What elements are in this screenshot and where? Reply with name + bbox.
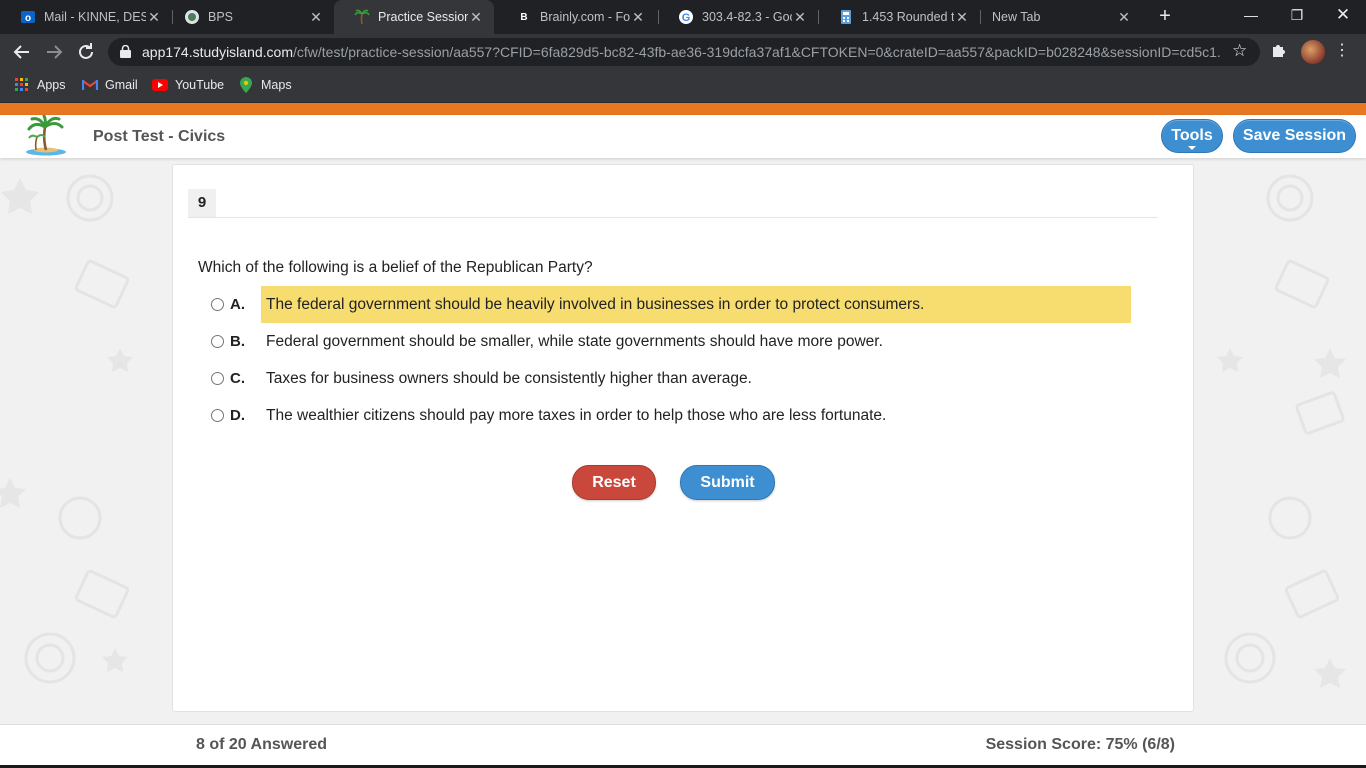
choice-text[interactable]: The federal government should be heavily… <box>261 286 1131 323</box>
divider <box>188 217 1158 218</box>
tab-title: 303.4-82.3 - Goog <box>702 10 792 24</box>
browser-tab-bps[interactable]: BPS ✕ <box>164 0 334 34</box>
bookmark-label: Apps <box>37 78 66 92</box>
browser-tab-brainly[interactable]: B Brainly.com - For s ✕ <box>496 0 656 34</box>
page-title: Post Test - Civics <box>93 128 226 145</box>
session-score: Session Score: 75% (6/8) <box>985 736 1175 753</box>
save-session-label: Save Session <box>1242 127 1347 144</box>
bookmark-label: YouTube <box>175 78 225 92</box>
new-tab-button[interactable]: + <box>1154 5 1176 27</box>
choice-letter: A. <box>230 296 245 313</box>
address-bar[interactable]: app174.studyisland.com/cfw/test/practice… <box>108 38 1260 66</box>
lock-icon <box>120 44 131 58</box>
close-tab-icon[interactable]: ✕ <box>1116 9 1132 25</box>
browser-tab-practice-session[interactable]: Practice Session - I ✕ <box>334 0 494 34</box>
close-tab-icon[interactable]: ✕ <box>468 9 484 25</box>
radio-button-a[interactable] <box>211 298 224 311</box>
youtube-icon <box>152 77 168 93</box>
profile-avatar[interactable] <box>1301 40 1325 64</box>
app-header: Post Test - Civics Tools Save Session <box>0 114 1366 158</box>
tab-title: Practice Session - I <box>378 10 468 24</box>
extensions-puzzle-icon[interactable] <box>1270 41 1290 61</box>
close-tab-icon[interactable]: ✕ <box>308 9 324 25</box>
choice-letter: B. <box>230 333 245 350</box>
svg-text:o: o <box>25 13 31 24</box>
tools-label: Tools <box>1171 127 1213 144</box>
browser-tab-mail[interactable]: o Mail - KINNE, DES ✕ <box>0 0 172 34</box>
reload-icon[interactable] <box>73 39 99 65</box>
google-icon: G <box>678 9 694 25</box>
browser-tab-new-tab[interactable]: New Tab ✕ <box>980 0 1142 34</box>
close-tab-icon[interactable]: ✕ <box>954 9 970 25</box>
bookmark-star-icon[interactable]: ☆ <box>1232 41 1247 61</box>
url-path: /cfw/test/practice-session/aa557?CFID=6f… <box>293 44 1222 60</box>
url-text: app174.studyisland.com/cfw/test/practice… <box>142 44 1222 60</box>
submit-button[interactable]: Submit <box>680 465 775 500</box>
forward-arrow-icon[interactable] <box>41 39 67 65</box>
browser-menu-icon[interactable]: ⋮ <box>1334 40 1350 60</box>
radio-button-b[interactable] <box>211 335 224 348</box>
outlook-icon: o <box>20 9 36 25</box>
bookmark-youtube[interactable]: YouTube <box>152 77 224 93</box>
browser-tab-calculator[interactable]: 1.453 Rounded to ✕ <box>818 0 980 34</box>
bookmarks-bar: Apps Gmail YouTube Maps <box>0 70 1366 103</box>
tab-title: BPS <box>208 10 234 24</box>
brand-stripe <box>0 103 1366 115</box>
back-arrow-icon[interactable] <box>9 39 35 65</box>
bps-icon <box>184 9 200 25</box>
radio-button-d[interactable] <box>211 409 224 422</box>
palm-tree-icon <box>354 9 370 25</box>
close-window-icon[interactable]: ✕ <box>1320 0 1366 30</box>
close-tab-icon[interactable]: ✕ <box>792 9 808 25</box>
choice-text[interactable]: The wealthier citizens should pay more t… <box>261 397 1131 434</box>
choice-d[interactable]: D. The wealthier citizens should pay mor… <box>211 397 1131 434</box>
tab-title: 1.453 Rounded to <box>862 10 954 24</box>
bookmark-maps[interactable]: Maps <box>238 77 292 93</box>
session-footer: 8 of 20 Answered Session Score: 75% (6/8… <box>0 724 1366 765</box>
study-island-logo <box>22 114 70 157</box>
choice-a[interactable]: A. The federal government should be heav… <box>211 286 1131 323</box>
tab-title: Mail - KINNE, DES <box>44 10 146 24</box>
minimize-icon[interactable]: — <box>1228 0 1274 30</box>
choice-letter: C. <box>230 370 245 387</box>
tools-button[interactable]: Tools <box>1161 119 1223 153</box>
bookmark-gmail[interactable]: Gmail <box>82 77 138 93</box>
close-tab-icon[interactable]: ✕ <box>630 9 646 25</box>
radio-button-c[interactable] <box>211 372 224 385</box>
bookmark-label: Gmail <box>105 78 138 92</box>
question-number: 9 <box>188 189 216 217</box>
maps-pin-icon <box>238 77 254 93</box>
question-text: Which of the following is a belief of th… <box>198 259 593 276</box>
browser-toolbar: app174.studyisland.com/cfw/test/practice… <box>0 34 1366 70</box>
bookmark-label: Maps <box>261 78 292 92</box>
save-session-button[interactable]: Save Session <box>1233 119 1356 153</box>
calculator-icon <box>838 9 854 25</box>
close-tab-icon[interactable]: ✕ <box>146 9 162 25</box>
choice-c[interactable]: C. Taxes for business owners should be c… <box>211 360 1131 397</box>
bookmark-apps[interactable]: Apps <box>14 77 66 93</box>
question-card: 9 Which of the following is a belief of … <box>172 164 1194 712</box>
brainly-icon: B <box>520 11 528 23</box>
tab-title: Brainly.com - For s <box>540 10 630 24</box>
url-host: app174.studyisland.com <box>142 44 293 60</box>
choice-letter: D. <box>230 407 245 424</box>
apps-grid-icon <box>14 77 30 93</box>
answered-count: 8 of 20 Answered <box>196 736 328 753</box>
choice-text[interactable]: Taxes for business owners should be cons… <box>261 360 1131 397</box>
choice-b[interactable]: B. Federal government should be smaller,… <box>211 323 1131 360</box>
reset-button[interactable]: Reset <box>572 465 656 500</box>
svg-text:G: G <box>682 12 691 24</box>
gmail-icon <box>82 77 98 93</box>
tab-title: New Tab <box>992 10 1041 24</box>
caret-down-icon <box>1188 146 1196 150</box>
choice-text[interactable]: Federal government should be smaller, wh… <box>261 323 1131 360</box>
browser-tab-strip: o Mail - KINNE, DES ✕ BPS ✕ Practice Ses… <box>0 0 1366 34</box>
restore-icon[interactable]: ❐ <box>1274 0 1320 30</box>
browser-tab-google[interactable]: G 303.4-82.3 - Goog ✕ <box>658 0 818 34</box>
